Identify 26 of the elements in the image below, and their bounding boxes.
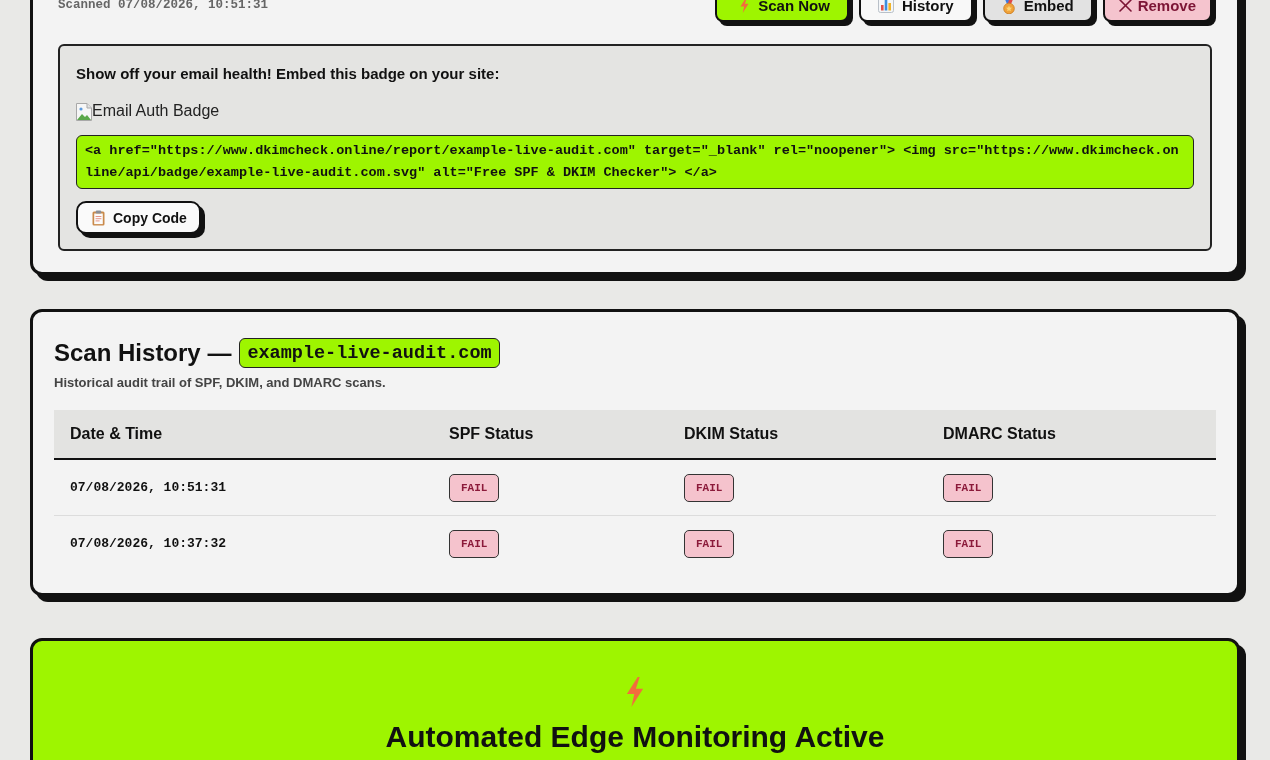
status-badge: FAIL	[449, 529, 500, 558]
broken-image-icon	[76, 103, 92, 121]
monitoring-title: Automated Edge Monitoring Active	[385, 719, 885, 755]
embed-heading: Show off your email health! Embed this badge on your site:	[76, 64, 500, 84]
close-icon	[1118, 0, 1132, 12]
history-subtitle: Historical audit trail of SPF, DKIM, and DMARC scans.	[54, 375, 387, 390]
column-header: DKIM Status	[683, 425, 780, 443]
date-cell: 07/08/2026, 10:51:31	[70, 480, 227, 495]
lightning-icon	[740, 0, 750, 13]
status-badge: FAIL	[449, 473, 500, 502]
embed-code-block: <a href="https://www.dkimcheck.online/report/example-live-audit.com" target="_blank" rel="noopener"> <img src="https://www.dkimcheck.online/api/badge/example-live-audit.com.svg" alt="Free SPF & DKIM Checker"> </a>	[76, 135, 1194, 189]
bar-chart-icon	[877, 0, 894, 13]
column-header: SPF Status	[448, 425, 535, 443]
history-title: Scan History —	[54, 338, 232, 368]
badge-alt-text: Email Auth Badge	[92, 101, 220, 121]
column-header: DMARC Status	[942, 425, 1057, 443]
domain-tag: example-live-audit.com	[239, 338, 500, 368]
status-badge: FAIL	[684, 473, 735, 502]
date-cell: 07/08/2026, 10:37:32	[70, 536, 227, 551]
column-header: Date & Time	[69, 425, 164, 443]
clipboard-icon	[92, 209, 105, 226]
lightning-icon	[626, 677, 644, 707]
status-badge: FAIL	[684, 529, 735, 558]
medal-icon	[1001, 0, 1016, 14]
status-badge: FAIL	[943, 529, 994, 558]
status-badge: FAIL	[943, 473, 994, 502]
